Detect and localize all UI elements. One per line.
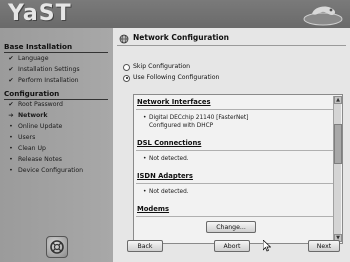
list-item: • Digital DECchip 21140 [FasterNet]	[143, 115, 249, 121]
list-item-detail: Configured with DHCP	[149, 123, 214, 129]
check-icon: ✔	[8, 101, 14, 108]
base-installation-title: Base Installation	[4, 42, 73, 51]
bullet-icon: •	[9, 167, 13, 174]
bullet-icon: •	[9, 145, 13, 152]
configuration-title: Configuration	[4, 89, 60, 98]
modems-heading[interactable]: Modems	[136, 204, 334, 214]
bullet-icon: •	[9, 134, 13, 141]
divider	[136, 183, 334, 184]
step-sidebar: Base Installation ✔ Language ✔ Installatio…	[0, 28, 113, 262]
section-divider	[4, 52, 108, 53]
mouse-pointer-icon	[263, 240, 271, 252]
divider	[136, 150, 334, 151]
use-following-configuration-radio[interactable]: Use Following Configuration	[123, 73, 219, 83]
arrow-right-icon: ➔	[8, 112, 14, 119]
lifebuoy-icon	[50, 240, 64, 254]
scroll-up-icon[interactable]: ▲	[334, 96, 342, 104]
page-title: Network Configuration	[133, 33, 229, 42]
check-icon: ✔	[8, 55, 14, 62]
suse-logo-icon	[303, 6, 343, 26]
dialog-title-bar: Network Configuration	[117, 32, 346, 46]
list-item: • Not detected.	[143, 189, 189, 195]
divider	[136, 216, 334, 217]
check-icon: ✔	[8, 66, 14, 73]
bullet-icon: •	[9, 123, 13, 130]
yast-logo: YaST	[8, 1, 72, 26]
step-clean-up: • Clean Up	[4, 144, 46, 154]
step-language: ✔ Language	[4, 54, 48, 64]
vertical-scrollbar[interactable]: ▲ ▼	[333, 96, 342, 242]
radio-button[interactable]	[123, 63, 130, 71]
step-root-password: ✔ Root Password	[4, 100, 62, 110]
scroll-thumb[interactable]	[334, 124, 342, 164]
step-installation-settings: ✔ Installation Settings	[4, 65, 79, 75]
step-users: • Users	[4, 133, 35, 143]
isdn-adapters-heading[interactable]: ISDN Adapters	[136, 171, 334, 181]
radio-button[interactable]	[123, 74, 130, 82]
network-icon	[119, 34, 129, 44]
next-button[interactable]: Next	[308, 240, 340, 252]
step-release-notes: • Release Notes	[4, 155, 62, 165]
dsl-connections-heading[interactable]: DSL Connections	[136, 138, 334, 148]
divider	[136, 109, 334, 110]
list-item: • Not detected.	[143, 156, 189, 162]
step-online-update: • Online Update	[4, 122, 62, 132]
check-icon: ✔	[8, 77, 14, 84]
network-interfaces-heading[interactable]: Network Interfaces	[136, 97, 334, 107]
header-bar: YaST	[0, 0, 350, 28]
main-panel: Network Configuration Skip Configuration…	[113, 28, 350, 262]
help-button[interactable]	[46, 236, 68, 258]
back-button[interactable]: Back	[127, 240, 163, 252]
abort-button[interactable]: Abort	[214, 240, 250, 252]
step-device-configuration: • Device Configuration	[4, 166, 83, 176]
change-button[interactable]: Change...	[206, 221, 256, 233]
step-perform-installation: ✔ Perform Installation	[4, 76, 78, 86]
step-network: ➔ Network	[4, 111, 47, 121]
skip-configuration-radio[interactable]: Skip Configuration	[123, 62, 190, 72]
bullet-icon: •	[9, 156, 13, 163]
